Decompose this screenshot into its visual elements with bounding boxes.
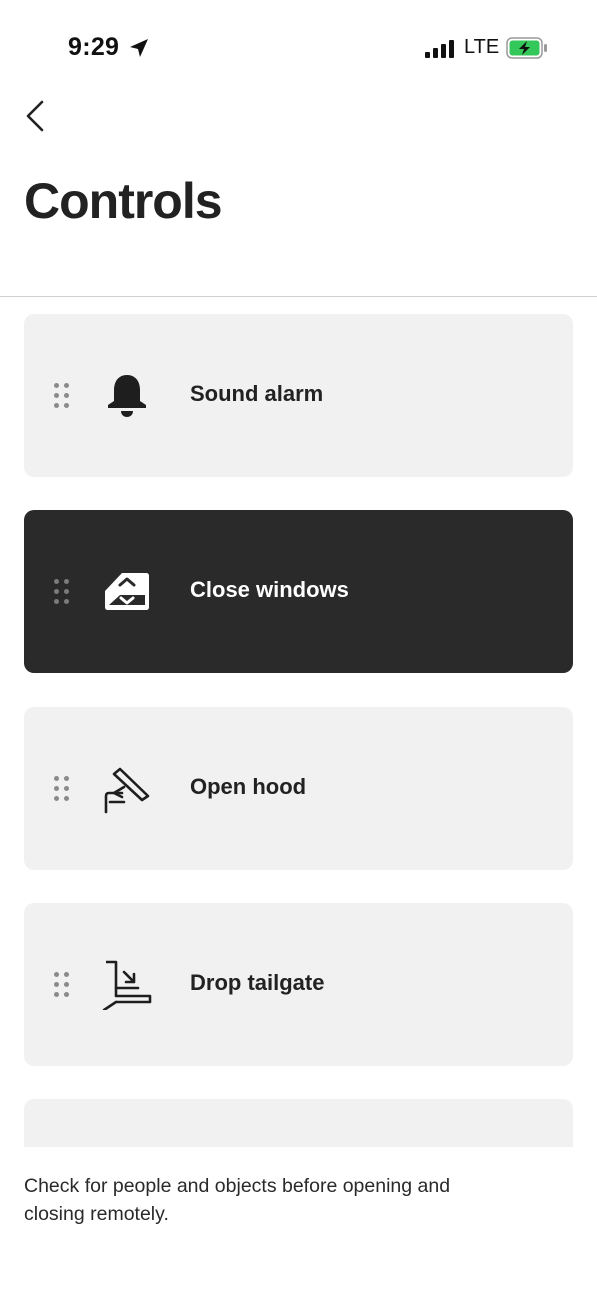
bell-icon xyxy=(108,375,146,417)
drag-handle-icon[interactable] xyxy=(54,972,70,998)
chevron-left-icon xyxy=(26,100,44,132)
window-icon xyxy=(105,573,149,610)
control-card-open-hood[interactable]: Open hood xyxy=(24,707,573,870)
drag-handle-icon[interactable] xyxy=(54,579,70,605)
control-card-drop-tailgate[interactable]: Drop tailgate xyxy=(24,903,573,1066)
network-label: LTE xyxy=(464,36,500,58)
control-card-partial[interactable] xyxy=(24,1099,573,1147)
control-label: Close windows xyxy=(190,577,349,602)
location-arrow-icon xyxy=(130,39,148,57)
drag-handle-icon[interactable] xyxy=(54,776,70,802)
control-card-close-windows[interactable]: Close windows xyxy=(24,510,573,673)
back-button[interactable] xyxy=(18,94,58,138)
controls-list[interactable]: Sound alarm Close windows Open hood Drop… xyxy=(0,297,597,1147)
battery-charging-icon xyxy=(506,37,547,59)
control-label: Sound alarm xyxy=(190,381,324,406)
tailgate-icon xyxy=(102,960,152,1010)
hood-icon xyxy=(104,767,150,814)
page-title: Controls xyxy=(24,173,223,229)
safety-note: Check for people and objects before open… xyxy=(24,1175,451,1225)
control-label: Open hood xyxy=(190,774,307,799)
control-card-sound-alarm[interactable]: Sound alarm xyxy=(24,314,573,477)
cellular-signal-icon xyxy=(425,40,454,58)
status-bar: 9:29 LTE xyxy=(0,0,597,96)
status-time: 9:29 xyxy=(68,33,120,61)
control-label: Drop tailgate xyxy=(190,970,325,995)
drag-handle-icon[interactable] xyxy=(54,383,70,409)
